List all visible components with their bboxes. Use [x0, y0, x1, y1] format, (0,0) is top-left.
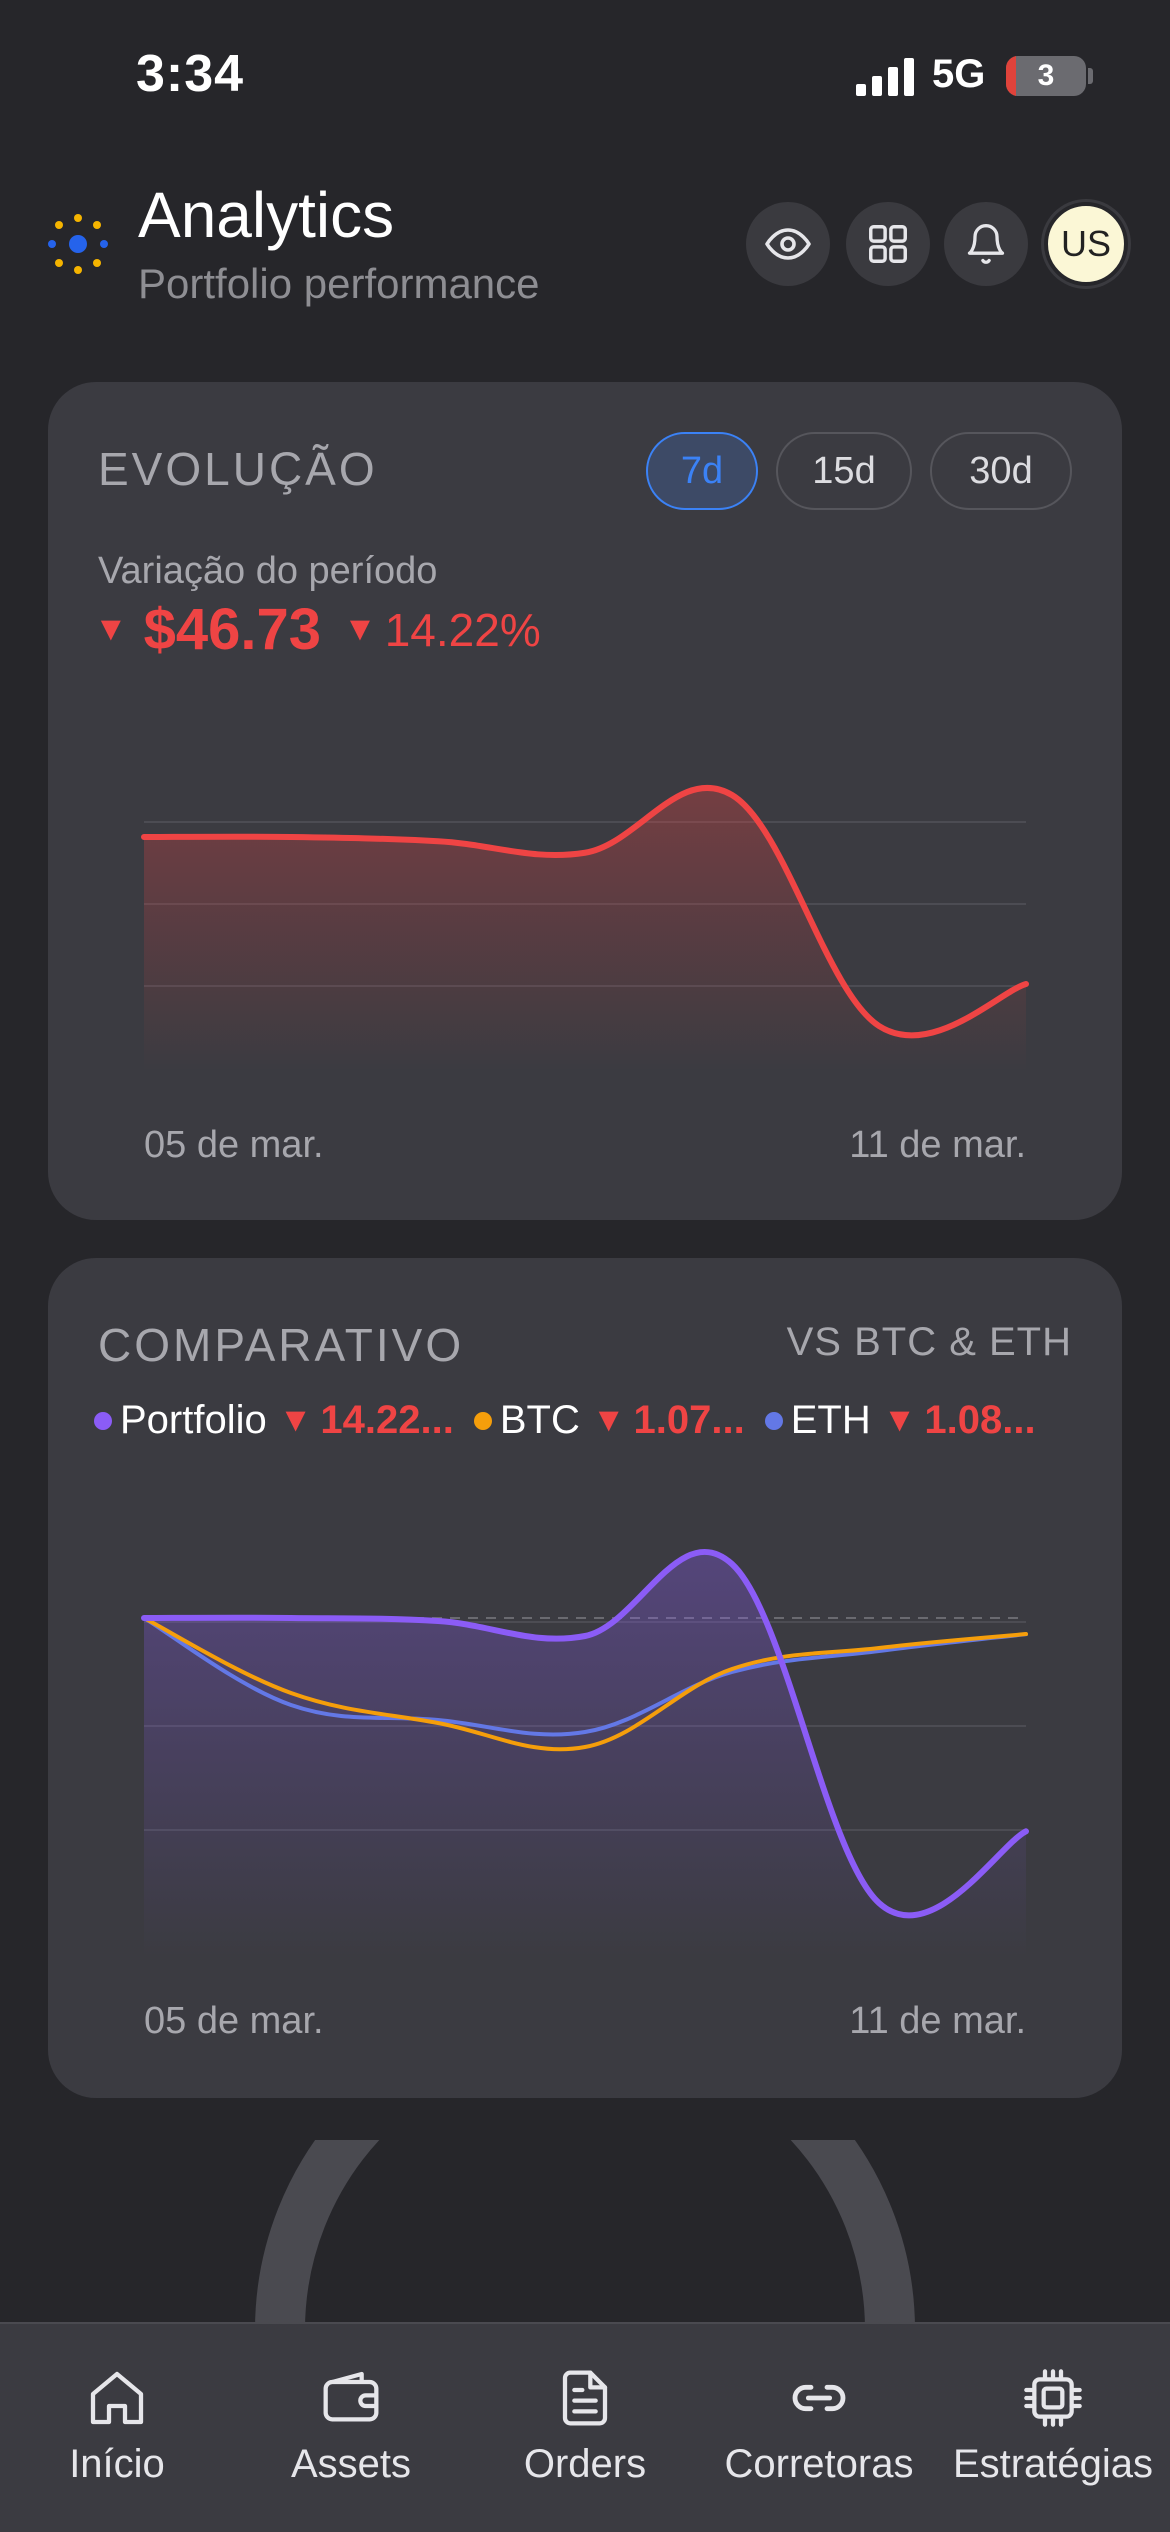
- toggle-visibility-button[interactable]: [746, 202, 830, 286]
- legend-value: 14.22...: [320, 1398, 454, 1442]
- legend-name: Portfolio: [120, 1398, 267, 1442]
- network-label: 5G: [932, 52, 986, 96]
- legend-dot: [94, 1411, 112, 1430]
- legend-dot: [764, 1411, 783, 1430]
- down-arrow-icon: ▼: [94, 610, 128, 648]
- period-15d-button[interactable]: 15d: [776, 432, 912, 510]
- battery-icon: 3: [1006, 56, 1086, 96]
- wallet-icon: [323, 2371, 379, 2422]
- tab-estrategias[interactable]: Estratégias: [936, 2324, 1170, 2532]
- comparison-chart: [141, 1548, 1029, 1958]
- legend-value: 1.08...: [924, 1398, 1036, 1442]
- tab-label: Orders: [523, 2442, 647, 2486]
- tab-label: Início: [69, 2442, 165, 2486]
- series-area: [144, 1551, 1026, 1958]
- legend-name: BTC: [499, 1398, 580, 1442]
- down-arrow-icon: ▼: [591, 1401, 626, 1439]
- bell-icon: [967, 224, 1005, 264]
- variation-label: Variação do período: [98, 550, 438, 592]
- legend-item-eth: ETH ▼ 1.08...: [764, 1398, 1036, 1443]
- grid-icon: [869, 225, 907, 263]
- document-icon: [562, 2370, 608, 2426]
- tab-inicio[interactable]: Início: [0, 2324, 234, 2532]
- legend-value: 1.07...: [633, 1398, 745, 1442]
- notifications-button[interactable]: [944, 202, 1028, 286]
- series-area: [144, 787, 1026, 1072]
- variation-row: ▼ $46.73 ▼ 14.22%: [94, 596, 541, 663]
- legend-item-btc: BTC ▼ 1.07...: [473, 1398, 745, 1443]
- variation-amount: $46.73: [143, 597, 322, 662]
- eye-icon: [765, 228, 811, 260]
- down-arrow-icon: ▼: [882, 1401, 917, 1439]
- logo-icon: [48, 214, 108, 274]
- comparison-subtitle: VS BTC & ETH: [786, 1320, 1072, 1364]
- gauge-arc: [255, 2140, 915, 2330]
- x-axis-end-label: 11 de mar.: [849, 1124, 1026, 1166]
- status-time: 3:34: [136, 45, 245, 103]
- status-bar: 3:34 5G 3: [0, 0, 1170, 140]
- period-7d-button[interactable]: 7d: [646, 432, 758, 510]
- legend-name: ETH: [790, 1398, 871, 1442]
- chip-icon: [1024, 2369, 1082, 2427]
- page-title: Analytics: [138, 179, 395, 251]
- battery-cap: [1088, 68, 1093, 84]
- x-axis-end-label: 11 de mar.: [849, 2000, 1026, 2042]
- variation-percent: 14.22%: [384, 603, 541, 656]
- tab-label: Estratégias: [952, 2442, 1154, 2486]
- tab-bar: Início Assets Orders Corretoras Estratég…: [0, 2322, 1170, 2532]
- x-axis-start-label: 05 de mar.: [144, 1124, 324, 1166]
- tab-label: Assets: [290, 2442, 412, 2486]
- tab-orders[interactable]: Orders: [468, 2324, 702, 2532]
- battery-level: 3: [1037, 59, 1055, 92]
- tab-label: Corretoras: [724, 2442, 914, 2486]
- layout-grid-button[interactable]: [846, 202, 930, 286]
- page-subtitle: Portfolio performance: [138, 260, 540, 307]
- evolution-card: EVOLUÇÃO 7d 15d 30d Variação do período …: [48, 382, 1122, 1220]
- avatar[interactable]: US: [1044, 202, 1128, 286]
- comparison-legend: Portfolio ▼ 14.22... BTC ▼ 1.07... ETH ▼…: [94, 1398, 1084, 1443]
- down-arrow-icon: ▼: [278, 1401, 313, 1439]
- evolution-title: EVOLUÇÃO: [98, 443, 378, 495]
- link-icon: [792, 2384, 846, 2412]
- x-axis-start-label: 05 de mar.: [144, 2000, 324, 2042]
- evolution-chart: [141, 785, 1029, 1072]
- legend-dot: [473, 1411, 492, 1430]
- legend-item-portfolio: Portfolio ▼ 14.22...: [94, 1398, 454, 1443]
- period-30d-button[interactable]: 30d: [930, 432, 1072, 510]
- comparison-title: COMPARATIVO: [98, 1319, 465, 1371]
- signal-icon: [856, 58, 914, 96]
- down-arrow-icon: ▼: [343, 610, 377, 648]
- header: Analytics Portfolio performance US: [0, 160, 1170, 330]
- home-icon: [90, 2371, 144, 2425]
- comparison-card: COMPARATIVO VS BTC & ETH Portfolio ▼ 14.…: [48, 1258, 1122, 2098]
- tab-assets[interactable]: Assets: [234, 2324, 468, 2532]
- tab-corretoras[interactable]: Corretoras: [702, 2324, 936, 2532]
